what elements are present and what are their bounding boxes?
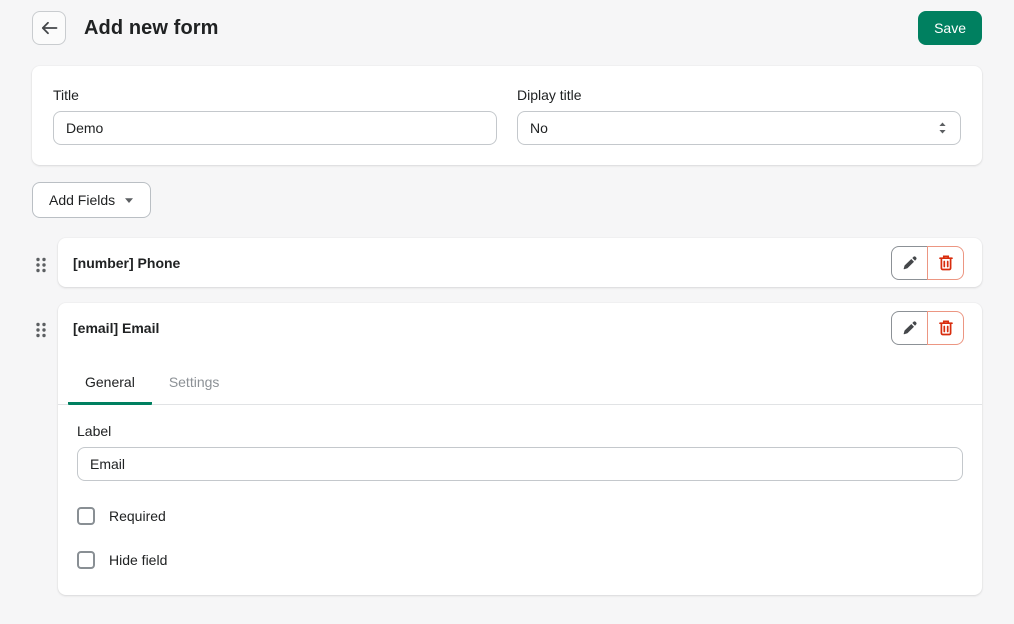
delete-phone-button[interactable] — [927, 245, 964, 280]
required-checkbox[interactable] — [77, 507, 95, 525]
field-row-email: [email] Email General Settings Label Ema… — [32, 303, 982, 595]
general-tab-panel: Label Required Hide field — [58, 405, 982, 595]
tab-general[interactable]: General — [68, 364, 152, 405]
display-title-selected-value: No — [530, 120, 548, 136]
email-label-input[interactable] — [77, 447, 963, 481]
display-title-field-group: Diplay title No — [517, 87, 961, 145]
drag-handle-icon[interactable] — [32, 319, 50, 341]
hide-field-checkbox-label: Hide field — [109, 552, 168, 568]
edit-phone-button[interactable] — [891, 245, 928, 280]
hide-field-checkbox-row: Hide field — [77, 551, 963, 569]
phone-field-title: [number] Phone — [73, 254, 181, 271]
phone-field-card: [number] Phone — [58, 238, 982, 287]
title-field-group: Title — [53, 87, 497, 145]
email-field-tabs: General Settings — [58, 352, 982, 405]
tab-settings[interactable]: Settings — [152, 364, 237, 405]
page-header: Add new form Save — [0, 0, 1014, 56]
back-arrow-icon — [41, 21, 58, 35]
email-label-label: Label — [77, 423, 112, 439]
add-fields-label: Add Fields — [49, 192, 116, 208]
delete-email-button[interactable] — [927, 310, 964, 345]
edit-email-button[interactable] — [891, 310, 928, 345]
drag-handle-icon[interactable] — [32, 254, 50, 276]
pencil-icon — [902, 255, 918, 271]
email-field-card: [email] Email General Settings Label Ema… — [58, 303, 982, 595]
field-row-phone: [number] Phone — [32, 238, 982, 287]
page-title: Add new form — [84, 16, 219, 39]
chevron-down-icon — [124, 197, 134, 204]
add-fields-button[interactable]: Add Fields — [32, 182, 152, 218]
title-label: Title — [53, 87, 79, 103]
email-field-title: [email] Email — [73, 319, 160, 336]
trash-icon — [938, 319, 954, 336]
required-checkbox-row: Required — [77, 507, 963, 525]
save-button[interactable]: Save — [918, 11, 982, 45]
hide-field-checkbox[interactable] — [77, 551, 95, 569]
title-input[interactable] — [53, 111, 497, 145]
trash-icon — [938, 254, 954, 271]
pencil-icon — [902, 320, 918, 336]
required-checkbox-label: Required — [109, 508, 166, 524]
display-title-select[interactable]: No — [517, 111, 961, 145]
display-title-label: Diplay title — [517, 87, 582, 103]
back-button[interactable] — [32, 11, 66, 45]
select-updown-icon — [937, 121, 948, 135]
form-settings-card: Title Diplay title No — [32, 66, 982, 165]
